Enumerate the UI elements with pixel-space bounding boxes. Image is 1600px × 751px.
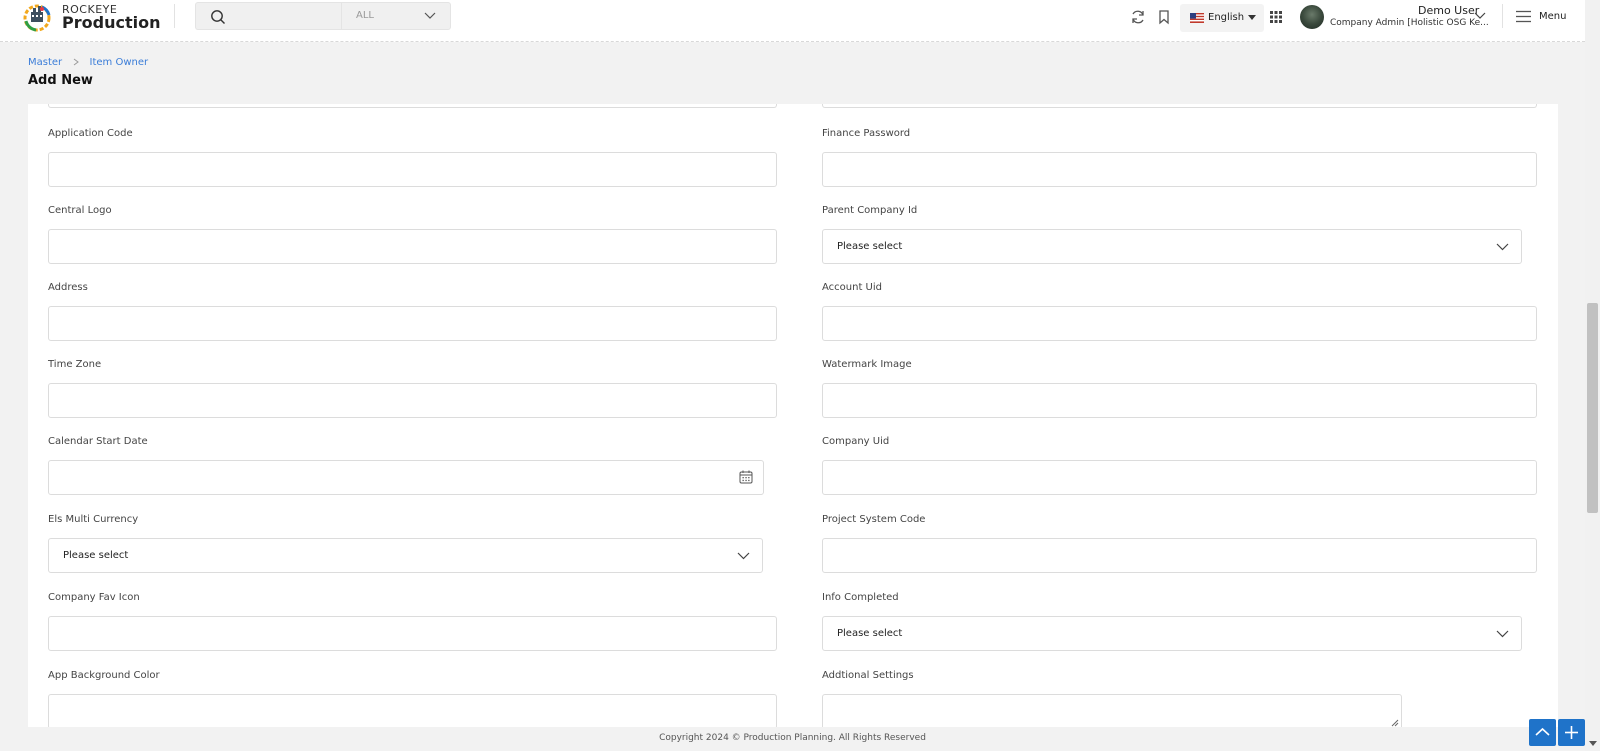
chevron-right-icon bbox=[74, 58, 80, 66]
label-company-uid: Company Uid bbox=[822, 436, 890, 447]
global-search[interactable] bbox=[195, 2, 341, 30]
finance-password-field[interactable] bbox=[822, 152, 1537, 187]
project-system-code-input[interactable] bbox=[823, 539, 1536, 572]
scrolled-field-left[interactable] bbox=[48, 104, 777, 108]
label-time-zone: Time Zone bbox=[48, 359, 102, 370]
central-logo-input[interactable] bbox=[49, 230, 776, 263]
label-central-logo: Central Logo bbox=[48, 205, 112, 216]
company-uid-input[interactable] bbox=[823, 461, 1536, 494]
project-system-code-field[interactable] bbox=[822, 538, 1537, 573]
company-fav-icon-input[interactable] bbox=[49, 617, 776, 650]
watermark-image-field[interactable] bbox=[822, 383, 1537, 418]
breadcrumb-master[interactable]: Master bbox=[28, 57, 62, 68]
label-project-system-code: Project System Code bbox=[822, 514, 926, 525]
account-uid-input[interactable] bbox=[823, 307, 1536, 340]
breadcrumb-item-owner[interactable]: Item Owner bbox=[90, 57, 149, 68]
plus-icon bbox=[1565, 726, 1578, 739]
search-input[interactable] bbox=[232, 7, 332, 25]
application-code-field[interactable] bbox=[48, 152, 777, 187]
label-app-background-color: App Background Color bbox=[48, 670, 160, 681]
label-els-multi-currency: Els Multi Currency bbox=[48, 514, 139, 525]
label-finance-password: Finance Password bbox=[822, 128, 911, 139]
time-zone-field[interactable] bbox=[48, 383, 777, 418]
scroll-to-top-button[interactable] bbox=[1529, 719, 1556, 746]
additional-settings-textarea[interactable] bbox=[822, 694, 1402, 727]
calendar-start-date-input[interactable] bbox=[49, 461, 763, 494]
brand-name: Production bbox=[62, 13, 161, 32]
chevron-down-icon bbox=[1496, 243, 1509, 251]
app-background-color-field[interactable] bbox=[48, 694, 777, 727]
apps-grid-icon[interactable] bbox=[1268, 9, 1284, 25]
calendar-icon[interactable] bbox=[739, 470, 753, 484]
refresh-icon[interactable] bbox=[1130, 9, 1146, 25]
scrollbar-thumb[interactable] bbox=[1587, 303, 1598, 513]
form-card: Application Code Finance Password Centra… bbox=[28, 104, 1558, 727]
user-name[interactable]: Demo User bbox=[1418, 4, 1479, 17]
company-fav-icon-field[interactable] bbox=[48, 616, 777, 651]
label-parent-company-id: Parent Company Id bbox=[822, 205, 918, 216]
user-avatar[interactable] bbox=[1300, 5, 1324, 29]
caret-down-icon bbox=[1248, 15, 1256, 20]
chevron-down-icon bbox=[424, 12, 436, 19]
app-background-color-input[interactable] bbox=[49, 695, 776, 727]
label-address: Address bbox=[48, 282, 88, 293]
breadcrumb: Master Item Owner bbox=[28, 57, 148, 68]
label-account-uid: Account Uid bbox=[822, 282, 882, 293]
hamburger-menu-icon[interactable] bbox=[1516, 10, 1531, 23]
calendar-start-date-field[interactable] bbox=[48, 460, 764, 495]
chevron-down-icon bbox=[737, 552, 750, 560]
language-label: English bbox=[1208, 12, 1245, 23]
scroll-down-arrow-icon[interactable] bbox=[1589, 741, 1597, 746]
label-additional-settings: Addtional Settings bbox=[822, 670, 914, 681]
chevron-up-icon bbox=[1535, 727, 1550, 736]
scrolled-field-right[interactable] bbox=[822, 104, 1537, 108]
top-header: ROCKEYE Production ALL English Demo User… bbox=[0, 0, 1600, 42]
language-selector[interactable]: English bbox=[1180, 4, 1264, 32]
chevron-down-icon bbox=[1496, 630, 1509, 638]
resize-grip-icon[interactable] bbox=[1391, 719, 1399, 727]
footer-copyright: Copyright 2024 © Production Planning. Al… bbox=[659, 733, 926, 743]
bookmark-icon[interactable] bbox=[1156, 9, 1172, 25]
address-input[interactable] bbox=[49, 307, 776, 340]
els-multi-currency-value: Please select bbox=[63, 550, 129, 561]
label-calendar-start-date: Calendar Start Date bbox=[48, 436, 148, 447]
label-watermark-image: Watermark Image bbox=[822, 359, 912, 370]
address-field[interactable] bbox=[48, 306, 777, 341]
add-new-button[interactable] bbox=[1558, 719, 1585, 746]
label-company-fav-icon: Company Fav Icon bbox=[48, 592, 140, 603]
header-divider bbox=[1502, 4, 1503, 28]
search-scope-value: ALL bbox=[356, 10, 374, 21]
search-scope-select[interactable]: ALL bbox=[341, 2, 451, 30]
company-uid-field[interactable] bbox=[822, 460, 1537, 495]
header-divider bbox=[174, 4, 175, 28]
page-scrollbar[interactable] bbox=[1585, 0, 1600, 751]
time-zone-input[interactable] bbox=[49, 384, 776, 417]
us-flag-icon bbox=[1190, 13, 1204, 23]
chevron-down-icon[interactable] bbox=[1474, 11, 1486, 21]
parent-company-id-select[interactable]: Please select bbox=[822, 229, 1522, 264]
search-icon[interactable] bbox=[210, 9, 226, 25]
parent-company-id-value: Please select bbox=[837, 241, 903, 252]
info-completed-value: Please select bbox=[837, 628, 903, 639]
menu-button[interactable]: Menu bbox=[1539, 11, 1566, 22]
watermark-image-input[interactable] bbox=[823, 384, 1536, 417]
label-info-completed: Info Completed bbox=[822, 592, 899, 603]
central-logo-field[interactable] bbox=[48, 229, 777, 264]
page-title: Add New bbox=[28, 73, 93, 88]
els-multi-currency-select[interactable]: Please select bbox=[48, 538, 763, 573]
account-uid-field[interactable] bbox=[822, 306, 1537, 341]
info-completed-select[interactable]: Please select bbox=[822, 616, 1522, 651]
label-application-code: Application Code bbox=[48, 128, 133, 139]
user-role[interactable]: Company Admin [Holistic OSG Ke... bbox=[1330, 18, 1489, 28]
rockeye-logo-icon[interactable] bbox=[22, 1, 52, 33]
finance-password-input[interactable] bbox=[823, 153, 1536, 186]
application-code-input[interactable] bbox=[49, 153, 776, 186]
